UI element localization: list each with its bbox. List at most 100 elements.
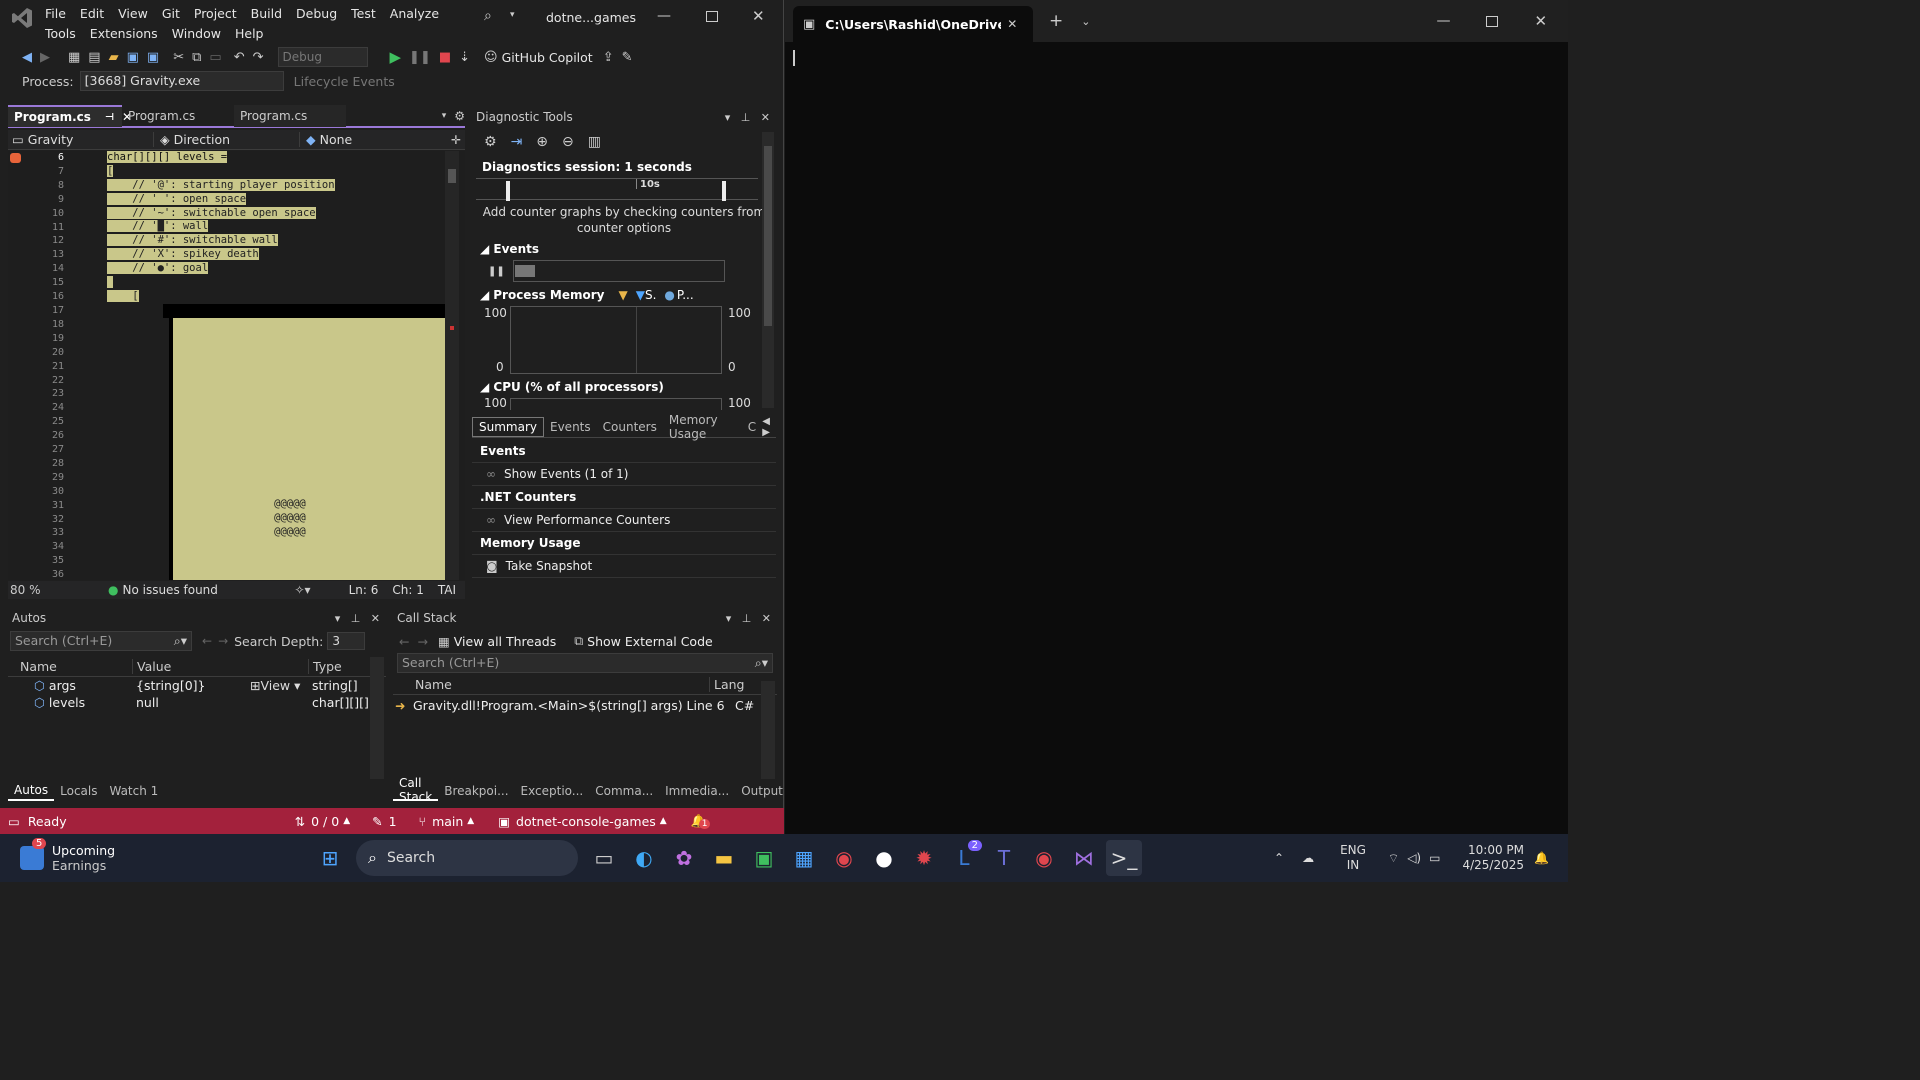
battery-icon[interactable]: ▭ [1429, 851, 1440, 865]
tab-program-cs-active[interactable]: Program.cs ⊣ ✕ [8, 105, 132, 127]
close-icon[interactable]: ✕ [1534, 12, 1547, 30]
chevron-down-icon[interactable]: ▾ [510, 10, 515, 20]
pin-icon[interactable]: ⊣ [105, 112, 114, 123]
copilot-label[interactable]: GitHub Copilot [502, 50, 593, 65]
forward-arrow-icon[interactable]: → [417, 634, 427, 649]
github-icon[interactable]: ● [866, 840, 902, 876]
chart-icon[interactable]: ▥ [588, 134, 601, 150]
new-project-icon[interactable]: ▦ [64, 50, 84, 65]
edge-icon[interactable]: ◐ [626, 840, 662, 876]
chrome-2-icon[interactable]: ◉ [1026, 840, 1062, 876]
pause-icon[interactable]: ❚❚ [405, 50, 435, 65]
col-value[interactable]: Value [132, 659, 308, 674]
chevron-down-icon[interactable]: ⌄ [1081, 15, 1090, 28]
zoom-level[interactable]: 80 % [8, 583, 72, 597]
tab-counters[interactable]: Counters [597, 417, 663, 437]
back-arrow-icon[interactable]: ← [202, 634, 212, 648]
menu-tools[interactable]: Tools [38, 26, 83, 41]
col-type[interactable]: Type [308, 659, 342, 674]
terminal-icon[interactable]: >_ [1106, 840, 1142, 876]
select-tools-icon[interactable]: ⇥ [511, 134, 523, 150]
events-bar[interactable] [512, 260, 725, 282]
copilot-icon[interactable]: ✿ [666, 840, 702, 876]
diag-timeline[interactable]: 10s [476, 178, 758, 201]
repo-name[interactable]: dotnet-console-games [516, 814, 656, 829]
edits-count[interactable]: 1 [389, 814, 397, 829]
save-icon[interactable]: ▣ [123, 50, 143, 65]
start-icon[interactable]: ⊞ [312, 840, 348, 876]
l-app-icon[interactable]: L2 [946, 840, 982, 876]
menu-debug[interactable]: Debug [289, 6, 344, 21]
changes-count[interactable]: 0 / 0 [311, 814, 339, 829]
search-icon[interactable]: ⌕ [484, 8, 492, 24]
menu-extensions[interactable]: Extensions [83, 26, 165, 41]
panel-options-icon[interactable]: ▾ ⊥ ✕ [725, 111, 770, 124]
tab-scroll-icon[interactable]: ◀ ▶ [762, 416, 776, 438]
tab-program-cs-2[interactable]: Program.cs [122, 105, 234, 127]
table-row[interactable]: ⬡ levels null char[][][] [8, 694, 386, 711]
cut-icon[interactable]: ✂ [169, 50, 188, 65]
process-dropdown[interactable]: [3668] Gravity.exe [79, 71, 284, 91]
copilot-icon[interactable]: ☺ [480, 50, 502, 65]
tab-immediate[interactable]: Immedia... [659, 781, 735, 801]
menu-view[interactable]: View [111, 6, 155, 21]
col-name[interactable]: Name [393, 677, 709, 692]
file-explorer-icon[interactable]: ▬ [706, 840, 742, 876]
issues-label[interactable]: No issues found [122, 583, 282, 597]
stop-icon[interactable]: ■ [435, 50, 455, 65]
minimize-icon[interactable]: — [1436, 13, 1450, 29]
undo-icon[interactable]: ↶ [230, 50, 249, 65]
tab-events[interactable]: Events [544, 417, 597, 437]
table-row[interactable]: ⬡ args {string[0]} ⊞View ▾ string[] [8, 677, 386, 694]
close-tab-icon[interactable]: ✕ [1007, 17, 1017, 31]
external-code-button[interactable]: Show External Code [587, 634, 713, 649]
paste-icon[interactable]: ▭ [205, 50, 225, 65]
tab-breakpoints[interactable]: Breakpoi... [438, 781, 514, 801]
panel-options-icon[interactable]: ▾ ⊥ ✕ [726, 612, 771, 625]
task-view-icon[interactable]: ▭ [586, 840, 622, 876]
step-icon[interactable]: ⇣ [455, 50, 474, 65]
taskbar-search[interactable]: ⌕ Search [356, 840, 578, 876]
tab-memory-usage[interactable]: Memory Usage [663, 413, 742, 441]
menu-test[interactable]: Test [344, 6, 383, 21]
widgets-button[interactable]: 5 Upcoming Earnings [20, 838, 115, 876]
open-folder-icon[interactable]: ▰ [105, 50, 123, 65]
menu-help[interactable]: Help [228, 26, 271, 41]
wifi-icon[interactable]: ⌔ [1388, 851, 1399, 866]
clock[interactable]: 10:00 PM 4/25/2025 [1462, 843, 1524, 873]
app-icon[interactable]: ▣ [746, 840, 782, 876]
notification-bell-icon[interactable]: 🔔 1 [691, 813, 711, 829]
tab-autos[interactable]: Autos [8, 781, 55, 801]
cleanup-icon[interactable]: ✧▾ [294, 583, 310, 597]
branch-name[interactable]: main [432, 814, 463, 829]
tab-cpu[interactable]: C [742, 417, 762, 437]
teams-icon[interactable]: T [986, 840, 1022, 876]
timeline-end-handle[interactable] [722, 181, 726, 201]
share-icon[interactable]: ⇪ [599, 50, 618, 65]
onedrive-icon[interactable]: ☁ [1302, 851, 1314, 865]
autos-scrollbar[interactable] [370, 657, 384, 779]
volume-icon[interactable]: ◁) [1407, 851, 1421, 865]
tab-exceptions[interactable]: Exceptio... [515, 781, 590, 801]
timeline-start-handle[interactable] [506, 181, 510, 201]
back-icon[interactable]: ◀ [18, 50, 36, 65]
app-red-icon[interactable]: ✹ [906, 840, 942, 876]
tab-summary[interactable]: Summary [472, 416, 544, 437]
chrome-icon[interactable]: ◉ [826, 840, 862, 876]
menu-analyze[interactable]: Analyze [383, 6, 446, 21]
tab-locals[interactable]: Locals [54, 781, 103, 801]
menu-edit[interactable]: Edit [73, 6, 111, 21]
table-row[interactable]: ➜ Gravity.dll!Program.<Main>$(string[] a… [393, 695, 777, 715]
visual-studio-icon[interactable]: ⋈ [1066, 840, 1102, 876]
terminal-output[interactable] [785, 42, 1568, 834]
configuration-dropdown[interactable]: Debug [277, 47, 368, 67]
settings-gear-icon[interactable]: ⚙ [454, 109, 465, 123]
tray-overflow-icon[interactable]: ⌃ [1274, 851, 1284, 865]
zoom-in-icon[interactable]: ⊕ [536, 134, 548, 150]
menu-project[interactable]: Project [187, 6, 244, 21]
tab-program-cs-3[interactable]: Program.cs [234, 105, 346, 127]
split-icon[interactable]: ✛ [451, 133, 465, 147]
new-tab-icon[interactable]: + [1049, 11, 1063, 31]
process-memory-header[interactable]: ◢ Process Memory ▼ ▼ S. ● P... [472, 284, 776, 306]
depth-dropdown[interactable]: 3 [327, 632, 366, 650]
